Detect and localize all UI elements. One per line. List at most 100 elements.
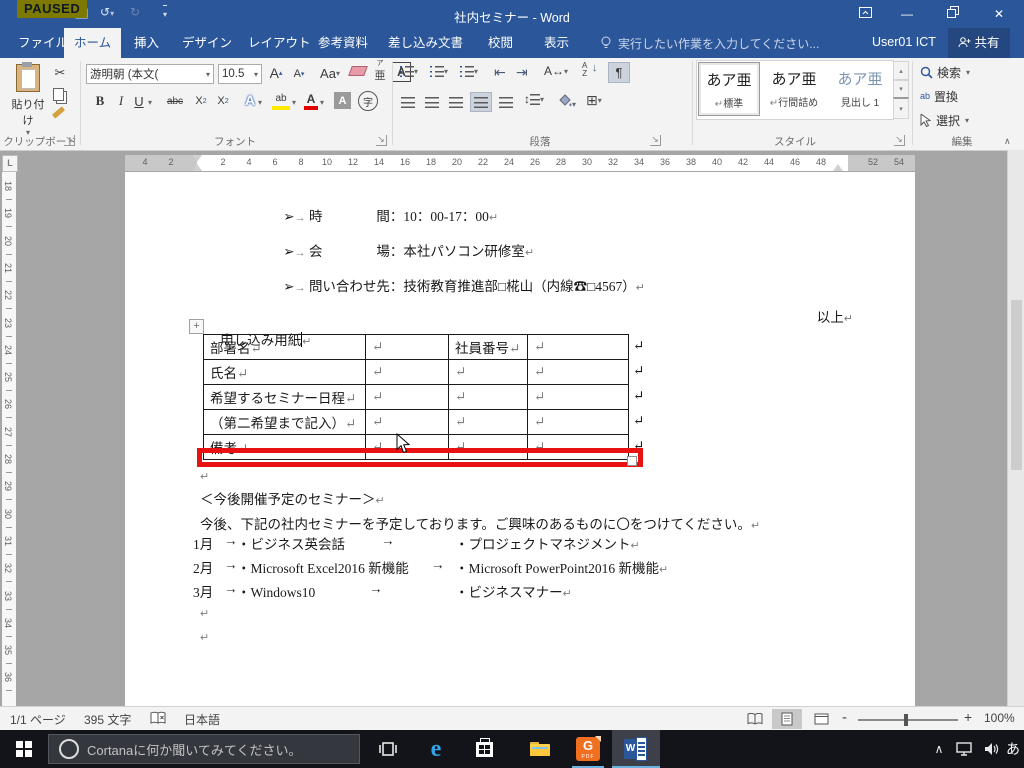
- ribbon-display-options-icon[interactable]: [845, 1, 885, 27]
- text-effects-dropdown[interactable]: ▾: [258, 98, 262, 107]
- vertical-scrollbar[interactable]: [1007, 150, 1024, 706]
- tray-show-hidden-icons[interactable]: ∧: [928, 730, 950, 768]
- share-button[interactable]: 共有: [948, 28, 1010, 58]
- table-cell[interactable]: 希望するセミナー日程↵: [204, 385, 366, 410]
- distribute-button[interactable]: [496, 94, 516, 110]
- tab-home[interactable]: ホーム: [64, 28, 121, 58]
- find-button[interactable]: 検索▾: [920, 64, 970, 81]
- font-dialog-launcher[interactable]: ↘: [376, 135, 387, 146]
- align-left-button[interactable]: [398, 94, 418, 110]
- table-move-handle[interactable]: +: [189, 319, 204, 334]
- tab-insert[interactable]: 挿入: [124, 28, 169, 58]
- table-cell[interactable]: 部署名↵: [204, 335, 366, 360]
- phonetic-guide-button[interactable]: ア亜: [372, 60, 388, 83]
- multilevel-list-button[interactable]: ▾: [460, 66, 478, 77]
- highlight-button[interactable]: ab: [272, 91, 290, 110]
- redo-button[interactable]: ↻: [130, 5, 140, 19]
- empty-paragraph[interactable]: ↵: [200, 605, 209, 621]
- read-mode-button[interactable]: [740, 709, 770, 729]
- file-explorer-icon[interactable]: [516, 730, 564, 768]
- align-center-button[interactable]: [422, 94, 442, 110]
- language-indicator[interactable]: 日本語: [184, 711, 220, 728]
- qat-customize-button[interactable]: ▾: [163, 5, 167, 20]
- superscript-button[interactable]: X2: [214, 93, 232, 109]
- table-cell[interactable]: ↵: [366, 335, 449, 360]
- styles-scroll-up[interactable]: ▴: [893, 61, 909, 81]
- table-cell[interactable]: ↵: [366, 410, 449, 435]
- table-cell[interactable]: ↵: [528, 385, 629, 410]
- application-form-table[interactable]: 部署名↵ ↵ 社員番号↵ ↵ 氏名↵ ↵ ↵ ↵ 希望するセミナー日程↵ ↵ ↵…: [203, 334, 629, 460]
- shrink-font-button[interactable]: A▾: [290, 65, 308, 83]
- undo-button[interactable]: ↺▾: [100, 5, 114, 19]
- strikethrough-button[interactable]: abc: [162, 93, 188, 109]
- empty-paragraph[interactable]: ↵: [200, 468, 209, 484]
- zoom-out-button[interactable]: -: [842, 709, 847, 726]
- clipboard-dialog-launcher[interactable]: ↘: [64, 135, 75, 146]
- asian-layout-button[interactable]: A↔▾: [544, 64, 568, 78]
- tab-review[interactable]: 校閲: [478, 28, 523, 58]
- text-effects-button[interactable]: A: [242, 91, 258, 109]
- subscript-button[interactable]: X2: [192, 93, 210, 109]
- decrease-indent-button[interactable]: ⇤: [494, 64, 506, 81]
- borders-button[interactable]: ⊞▾: [586, 92, 602, 109]
- change-case-button[interactable]: Aa▾: [316, 63, 344, 83]
- zoom-slider-track[interactable]: [858, 719, 958, 721]
- task-view-button[interactable]: [364, 730, 412, 768]
- bullets-button[interactable]: ▾: [400, 66, 418, 77]
- shading-button[interactable]: ▾: [558, 94, 576, 112]
- table-cell[interactable]: 社員番号↵: [449, 335, 528, 360]
- clear-formatting-button[interactable]: [348, 66, 368, 76]
- cortana-search-box[interactable]: Cortanaに何か聞いてみてください。: [48, 734, 360, 764]
- table-cell[interactable]: （第二希望まで記入）↵: [204, 410, 366, 435]
- pdf-app-icon[interactable]: G PDF: [564, 730, 612, 768]
- volume-icon[interactable]: [978, 730, 1004, 768]
- table-cell[interactable]: ↵: [528, 360, 629, 385]
- right-indent-marker[interactable]: [833, 164, 843, 171]
- first-line-indent-marker[interactable]: [192, 155, 202, 162]
- copy-button[interactable]: [53, 88, 64, 101]
- paste-button[interactable]: 貼り付け ▾: [10, 62, 46, 128]
- user-account[interactable]: User01 ICT: [872, 35, 936, 49]
- style-normal[interactable]: あア亜 ↵標準: [698, 62, 760, 116]
- network-icon[interactable]: [950, 730, 978, 768]
- character-shading-button[interactable]: A: [334, 92, 351, 109]
- zoom-level[interactable]: 100%: [984, 711, 1015, 725]
- close-button[interactable]: ✕: [979, 1, 1019, 27]
- line-spacing-button[interactable]: ↕▾: [524, 92, 544, 106]
- format-painter-button[interactable]: [52, 106, 65, 118]
- start-button[interactable]: [0, 730, 48, 768]
- ime-mode-indicator[interactable]: あ: [1002, 730, 1024, 768]
- print-layout-button[interactable]: [772, 709, 802, 729]
- empty-paragraph[interactable]: ↵: [200, 629, 209, 645]
- table-cell[interactable]: ↵: [366, 385, 449, 410]
- styles-more-button[interactable]: ▾: [893, 97, 909, 119]
- show-formatting-marks-button[interactable]: ¶: [608, 62, 630, 83]
- table-cell[interactable]: 氏名↵: [204, 360, 366, 385]
- document-page[interactable]: ➢→ 時 間：10：00-17：00↵ ➢→ 会 場：本社パソコン研修室↵ ➢→…: [125, 172, 915, 706]
- restore-button[interactable]: [933, 1, 973, 27]
- collapse-ribbon-button[interactable]: ∧: [1004, 136, 1011, 147]
- zoom-slider-thumb[interactable]: [904, 714, 908, 726]
- zoom-in-button[interactable]: +: [964, 709, 972, 725]
- table-cell[interactable]: ↵: [528, 410, 629, 435]
- enclose-characters-button[interactable]: 字: [358, 91, 378, 111]
- style-no-spacing[interactable]: あア亜 ↵行間詰め: [764, 62, 824, 114]
- underline-button[interactable]: U: [132, 92, 146, 110]
- doc-line-contact[interactable]: ➢→ 問い合わせ先：技術教育推進部□椛山（内線☎□4567）↵: [263, 259, 645, 311]
- table-cell[interactable]: ↵: [449, 360, 528, 385]
- sort-button[interactable]: AZ↓: [582, 62, 587, 78]
- table-cell[interactable]: ↵: [449, 410, 528, 435]
- increase-indent-button[interactable]: ⇥: [516, 64, 528, 81]
- page-indicator[interactable]: 1/1 ページ: [10, 711, 66, 728]
- horizontal-ruler[interactable]: 4224681012141618202224262830323436384042…: [125, 155, 915, 171]
- style-heading1[interactable]: あア亜 見出し 1: [830, 62, 890, 114]
- numbering-button[interactable]: ▾: [430, 66, 448, 77]
- doc-intro-line[interactable]: 今後、下記の社内セミナーを予定しております。ご興味のあるものに〇をつけてください…: [200, 513, 760, 533]
- styles-scroll-down[interactable]: ▾: [893, 79, 909, 99]
- vertical-ruler[interactable]: 18192021222324252627282930313233343536: [0, 150, 18, 706]
- font-color-button[interactable]: A: [304, 91, 318, 110]
- tab-references[interactable]: 参考資料: [308, 28, 378, 58]
- doc-heading-upcoming[interactable]: ＜今後開催予定のセミナー＞↵: [200, 488, 385, 508]
- proofing-icon[interactable]: [150, 711, 166, 728]
- tab-design[interactable]: デザイン: [172, 28, 242, 58]
